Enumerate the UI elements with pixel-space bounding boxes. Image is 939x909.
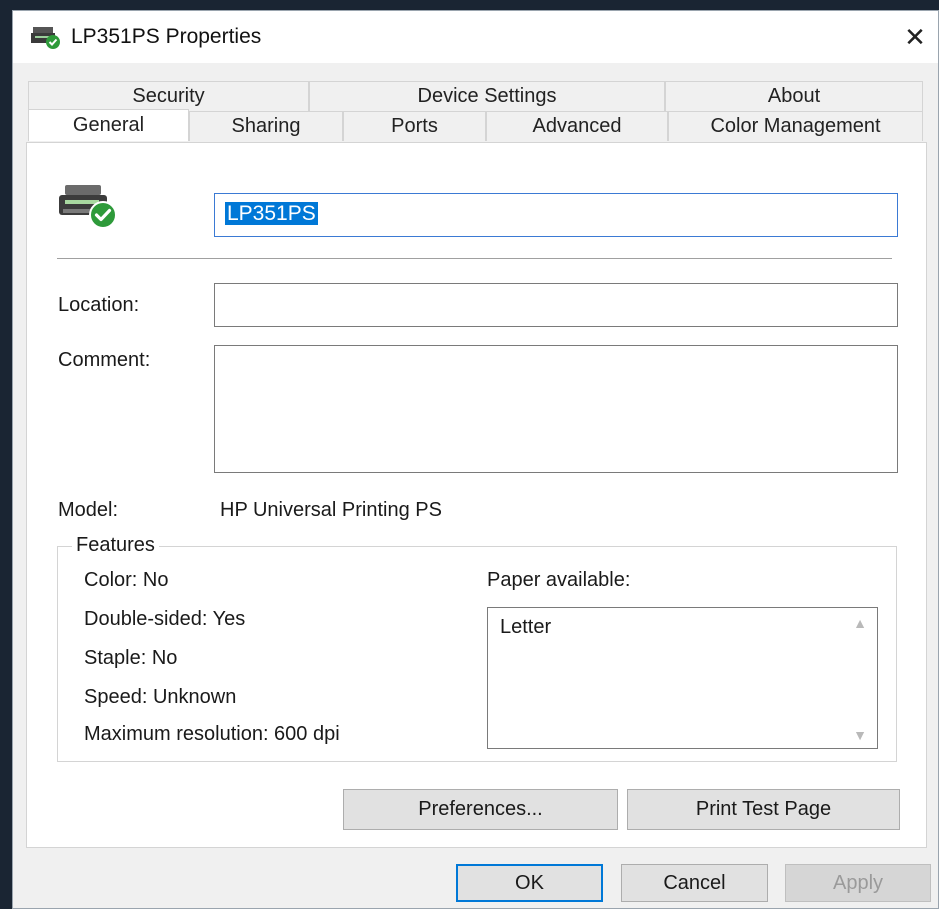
- location-label: Location:: [58, 294, 140, 316]
- header-divider: [57, 258, 892, 259]
- feature-max-resolution: Maximum resolution: 600 dpi: [84, 723, 340, 745]
- apply-button[interactable]: Apply: [785, 864, 931, 902]
- feature-color: Color: No: [84, 569, 169, 591]
- feature-speed: Speed: Unknown: [84, 686, 237, 708]
- features-legend: Features: [72, 534, 159, 557]
- printer-ready-icon: [59, 185, 117, 229]
- tab-row-bottom: General Sharing Ports Advanced Color Man…: [28, 109, 923, 141]
- tab-general[interactable]: General: [28, 109, 189, 141]
- paper-available-label: Paper available:: [487, 569, 631, 591]
- feature-double-sided: Double-sided: Yes: [84, 608, 246, 630]
- ok-button[interactable]: OK: [456, 864, 603, 902]
- tab-about[interactable]: About: [665, 81, 923, 111]
- printer-name-input[interactable]: LP351PS: [214, 193, 898, 237]
- general-tab-panel: LP351PS Location: Comment: Model: HP Uni…: [26, 142, 927, 848]
- printer-name-selected-text: LP351PS: [225, 202, 318, 225]
- printer-status-icon: [31, 27, 60, 49]
- tab-advanced[interactable]: Advanced: [486, 111, 668, 141]
- list-item[interactable]: Letter: [500, 616, 551, 639]
- preferences-button[interactable]: Preferences...: [343, 789, 618, 830]
- tab-color-management[interactable]: Color Management: [668, 111, 923, 141]
- features-group: Features Color: No Double-sided: Yes Sta…: [57, 534, 897, 762]
- tab-device-settings[interactable]: Device Settings: [309, 81, 665, 111]
- model-value: HP Universal Printing PS: [220, 499, 442, 521]
- title-bar[interactable]: LP351PS Properties ✕: [13, 11, 938, 63]
- model-label: Model:: [58, 499, 119, 521]
- close-button[interactable]: ✕: [892, 11, 938, 63]
- chevron-down-icon[interactable]: ▼: [851, 726, 869, 744]
- close-icon: ✕: [904, 21, 926, 52]
- tab-row-top: Security Device Settings About: [28, 81, 923, 111]
- cancel-button[interactable]: Cancel: [621, 864, 768, 902]
- tab-sharing[interactable]: Sharing: [189, 111, 343, 141]
- desktop-edge-top: [0, 0, 939, 10]
- tab-ports[interactable]: Ports: [343, 111, 486, 141]
- print-test-page-button[interactable]: Print Test Page: [627, 789, 900, 830]
- printer-properties-dialog: LP351PS Properties ✕ Security Device Set…: [12, 10, 939, 909]
- comment-input[interactable]: [214, 345, 898, 473]
- paper-available-list[interactable]: Letter ▲ ▼: [487, 607, 878, 749]
- feature-staple: Staple: No: [84, 647, 178, 669]
- tab-security[interactable]: Security: [28, 81, 309, 111]
- window-title: LP351PS Properties: [71, 25, 262, 48]
- location-input[interactable]: [214, 283, 898, 327]
- comment-label: Comment:: [58, 349, 151, 371]
- chevron-up-icon[interactable]: ▲: [851, 614, 869, 632]
- desktop-edge-left: [0, 0, 12, 909]
